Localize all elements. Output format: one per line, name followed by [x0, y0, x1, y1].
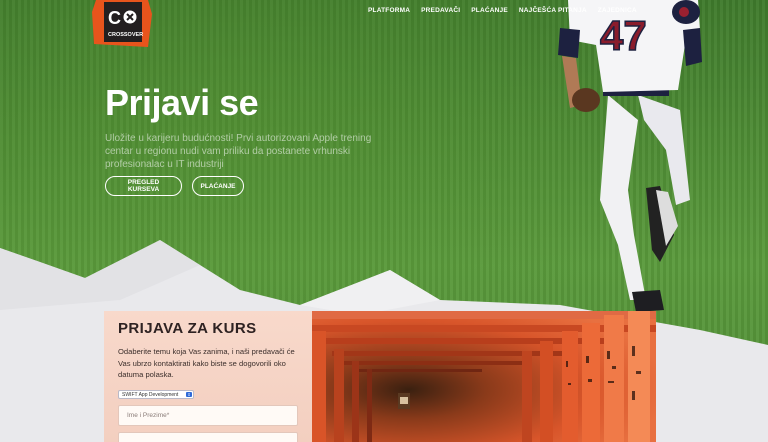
second-field[interactable]: [118, 432, 298, 442]
name-field[interactable]: [118, 405, 298, 426]
torii-gates-image: [312, 311, 656, 442]
course-select-value: SWIFT App Development: [122, 391, 179, 398]
main-nav: PLATFORMA PREDAVAČI PLAĆANJE NAJČEŠĆA PI…: [368, 7, 648, 14]
registration-form: PRIJAVA ZA KURS Odaberite temu koja Vas …: [104, 311, 312, 442]
nav-item-placanje[interactable]: PLAĆANJE: [471, 7, 508, 14]
nav-item-najcesca-pitanja[interactable]: NAJČEŠĆA PITANJA: [519, 7, 587, 14]
nav-item-zajednica[interactable]: ZAJEDNICA: [598, 7, 637, 14]
nav-item-predavaci[interactable]: PREDAVAČI: [421, 7, 460, 14]
hero-title: Prijavi se: [105, 82, 259, 123]
payment-button[interactable]: PLAĆANJE: [192, 176, 244, 196]
course-registration-card: PRIJAVA ZA KURS Odaberite temu koja Vas …: [104, 311, 656, 442]
crossover-logo[interactable]: C CROSSOVER: [92, 0, 152, 47]
form-title: PRIJAVA ZA KURS: [118, 320, 257, 337]
logo-text: CROSSOVER: [108, 32, 143, 38]
hero-text: Uložite u karijeru budućnosti! Prvi auto…: [105, 133, 372, 170]
course-overview-button[interactable]: PREGLED KURSEVA: [105, 176, 182, 196]
logo-mark: C: [108, 8, 121, 28]
nav-item-platforma[interactable]: PLATFORMA: [368, 7, 410, 14]
course-select[interactable]: SWIFT App Development ⇕: [118, 390, 194, 399]
select-arrow-icon: ⇕: [186, 392, 192, 397]
form-description: Odaberite temu koja Vas zanima, i naši p…: [118, 347, 295, 379]
